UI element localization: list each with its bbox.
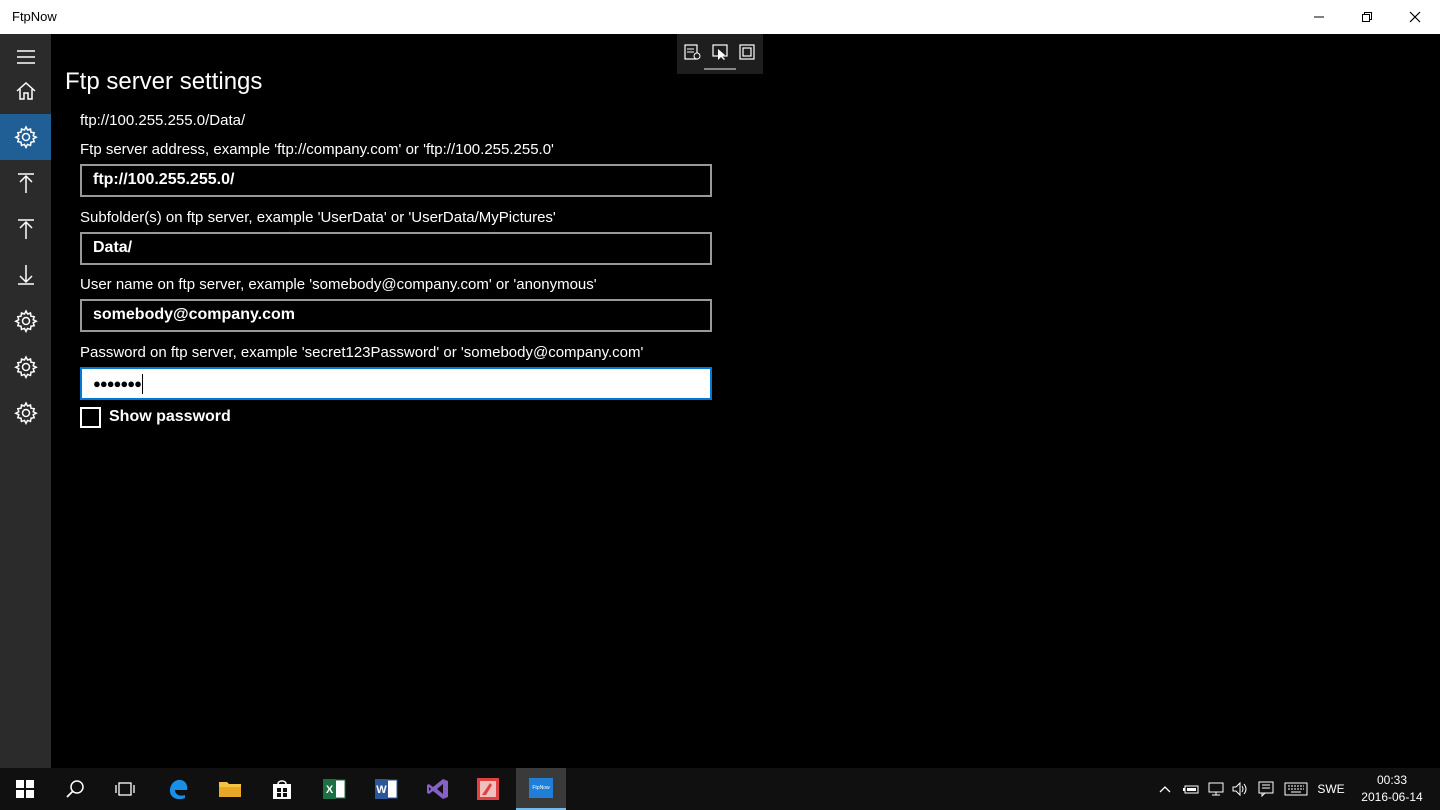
taskbar-app-red[interactable] bbox=[463, 768, 513, 810]
show-password-checkbox[interactable] bbox=[80, 407, 101, 428]
username-label: User name on ftp server, example 'somebo… bbox=[80, 276, 597, 293]
word-icon: W bbox=[375, 779, 398, 799]
tray-language[interactable]: SWE bbox=[1314, 768, 1348, 810]
taskbar-visual-studio[interactable] bbox=[413, 768, 463, 810]
close-button[interactable] bbox=[1392, 0, 1438, 34]
tray-action-center[interactable] bbox=[1255, 768, 1277, 810]
gear-icon bbox=[13, 401, 38, 425]
text-caret bbox=[141, 374, 143, 394]
ftpnow-icon-label: FtpNow bbox=[532, 785, 550, 791]
subfolder-input[interactable]: Data/ bbox=[80, 232, 712, 265]
server-address-value: ftp://100.255.255.0/ bbox=[93, 171, 235, 188]
server-address-label: Ftp server address, example 'ftp://compa… bbox=[80, 141, 554, 158]
page-title: Ftp server settings bbox=[65, 68, 263, 95]
select-element-icon bbox=[712, 44, 728, 60]
tray-volume[interactable] bbox=[1230, 768, 1252, 810]
restore-button[interactable] bbox=[1344, 0, 1390, 34]
network-icon bbox=[1208, 782, 1224, 796]
password-value: ●●●●●●● bbox=[93, 376, 142, 392]
visual-studio-icon bbox=[427, 779, 448, 799]
clock-date: 2016-06-14 bbox=[1361, 790, 1423, 804]
upload-icon bbox=[17, 173, 34, 193]
toolbar-select-button[interactable] bbox=[709, 42, 731, 62]
folder-icon bbox=[219, 782, 241, 797]
svg-text:W: W bbox=[376, 784, 387, 796]
current-url: ftp://100.255.255.0/Data/ bbox=[80, 112, 246, 129]
start-button[interactable] bbox=[0, 768, 50, 810]
upload-icon bbox=[17, 219, 34, 239]
toolbar-layout-button[interactable] bbox=[736, 42, 758, 62]
tray-show-hidden-button[interactable] bbox=[1156, 768, 1174, 810]
restore-icon bbox=[1362, 12, 1372, 22]
toolbar-properties-button[interactable] bbox=[681, 42, 703, 62]
username-value: somebody@company.com bbox=[93, 306, 296, 323]
subfolder-value: Data/ bbox=[93, 239, 133, 256]
excel-icon: X bbox=[323, 779, 346, 799]
tray-network[interactable] bbox=[1205, 768, 1227, 810]
taskbar-ftpnow[interactable]: FtpNow bbox=[516, 768, 566, 810]
close-icon bbox=[1409, 11, 1421, 23]
taskbar-excel[interactable]: X bbox=[309, 768, 359, 810]
battery-icon bbox=[1183, 785, 1199, 794]
store-bag-icon bbox=[273, 780, 291, 799]
taskbar-store[interactable] bbox=[257, 768, 307, 810]
tray-touch-keyboard[interactable] bbox=[1282, 768, 1310, 810]
clock-time: 00:33 bbox=[1376, 773, 1408, 787]
minimize-button[interactable] bbox=[1296, 0, 1342, 34]
tray-battery[interactable] bbox=[1180, 768, 1202, 810]
minimize-icon bbox=[1314, 16, 1324, 18]
volume-icon bbox=[1232, 781, 1247, 797]
username-input[interactable]: somebody@company.com bbox=[80, 299, 712, 332]
search-icon bbox=[66, 780, 84, 798]
subfolder-label: Subfolder(s) on ftp server, example 'Use… bbox=[80, 209, 556, 226]
sidebar-item-upload[interactable] bbox=[0, 160, 51, 206]
taskbar-word[interactable]: W bbox=[361, 768, 411, 810]
password-input[interactable]: ●●●●●●● bbox=[80, 367, 712, 400]
sidebar-item-ftp-settings[interactable] bbox=[0, 114, 51, 160]
sidebar-item-settings-3[interactable] bbox=[0, 390, 51, 436]
search-button[interactable] bbox=[50, 768, 100, 810]
layout-adorner-icon bbox=[739, 44, 755, 60]
sidebar-item-download[interactable] bbox=[0, 252, 51, 298]
main-content: Ftp server settings ftp://100.255.255.0/… bbox=[51, 34, 1440, 768]
taskbar-edge[interactable] bbox=[153, 768, 203, 810]
gear-icon bbox=[13, 125, 38, 149]
windows-logo-icon bbox=[16, 780, 34, 798]
svg-text:X: X bbox=[326, 784, 334, 796]
tray-clock[interactable]: 00:33 2016-06-14 bbox=[1352, 772, 1432, 806]
title-bar: FtpNow bbox=[0, 0, 1440, 34]
gear-icon bbox=[13, 309, 38, 333]
download-icon bbox=[17, 265, 34, 285]
task-view-icon bbox=[115, 782, 135, 796]
notification-icon bbox=[1258, 781, 1274, 797]
hamburger-icon bbox=[16, 50, 35, 64]
debug-toolbar bbox=[677, 34, 763, 74]
show-password-label[interactable]: Show password bbox=[109, 408, 231, 426]
server-address-input[interactable]: ftp://100.255.255.0/ bbox=[80, 164, 712, 197]
sidebar-item-settings-2[interactable] bbox=[0, 344, 51, 390]
password-label: Password on ftp server, example 'secret1… bbox=[80, 344, 644, 361]
task-view-button[interactable] bbox=[100, 768, 150, 810]
toolbar-collapse-handle[interactable] bbox=[704, 68, 736, 70]
keyboard-icon bbox=[1284, 782, 1308, 796]
ftpnow-app-icon: FtpNow bbox=[529, 778, 553, 798]
properties-icon bbox=[684, 44, 701, 60]
edge-browser-icon bbox=[170, 779, 188, 800]
app-icon bbox=[477, 778, 499, 800]
sidebar-item-settings-1[interactable] bbox=[0, 298, 51, 344]
window-title: FtpNow bbox=[12, 9, 57, 24]
sidebar-item-home[interactable] bbox=[0, 68, 51, 114]
sidebar-nav bbox=[0, 34, 51, 768]
gear-icon bbox=[13, 355, 38, 379]
sidebar-item-upload-2[interactable] bbox=[0, 206, 51, 252]
taskbar: X W FtpNow SWE 00:33 2016-06-14 bbox=[0, 768, 1440, 810]
taskbar-file-explorer[interactable] bbox=[205, 768, 255, 810]
chevron-up-icon bbox=[1159, 786, 1171, 793]
home-icon bbox=[16, 81, 35, 100]
